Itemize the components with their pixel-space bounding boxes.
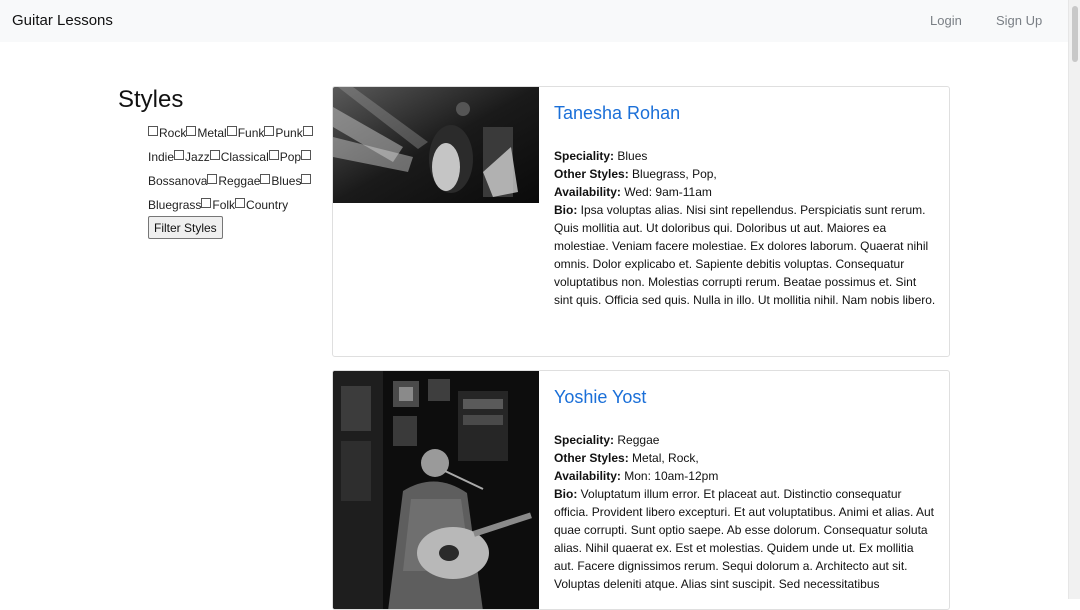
teacher-card: Tanesha Rohan Speciality: Blues Other St… <box>332 86 950 357</box>
style-option-funk[interactable]: Funk <box>226 126 265 140</box>
availability-row: Availability: Wed: 9am-11am <box>554 183 936 201</box>
style-label: Indie <box>148 150 175 164</box>
availability-label: Availability: <box>554 469 621 483</box>
speciality-label: Speciality: <box>554 149 615 163</box>
bio-value: Ipsa voluptas alias. Nisi sint repellend… <box>554 203 936 307</box>
style-option-bossanova[interactable]: Bossanova <box>148 174 207 188</box>
classical-checkbox[interactable] <box>209 150 220 160</box>
speciality-value: Reggae <box>617 433 660 447</box>
availability-row: Availability: Mon: 10am-12pm <box>554 467 936 485</box>
style-label: Funk <box>237 126 265 140</box>
style-label: Bossanova <box>148 174 208 188</box>
filter-styles-button[interactable]: Filter Styles <box>148 216 223 239</box>
style-option-bluegrass[interactable]: Bluegrass <box>148 198 201 212</box>
country-checkbox[interactable] <box>235 198 246 208</box>
login-link[interactable]: Login <box>930 13 962 28</box>
styles-sidebar: Styles Rock Metal Funk Punk Indie Jazz Classi… <box>118 86 318 239</box>
style-option-rock[interactable]: Rock <box>148 126 186 140</box>
bio-label: Bio: <box>554 487 578 501</box>
rock-checkbox[interactable] <box>148 126 158 136</box>
bio-value: Voluptatum illum error. Et placeat aut. … <box>554 487 934 591</box>
speciality-row: Speciality: Blues <box>554 147 936 165</box>
reggae-checkbox[interactable] <box>207 174 218 184</box>
style-option-blues[interactable]: Blues <box>260 174 301 188</box>
bio-row: Bio: Voluptatum illum error. Et placeat … <box>554 485 936 593</box>
style-option-punk[interactable]: Punk <box>264 126 303 140</box>
card-body: Yoshie Yost Speciality: Reggae Other Sty… <box>554 385 936 593</box>
style-option-reggae[interactable]: Reggae <box>207 174 260 188</box>
styles-heading: Styles <box>118 86 184 113</box>
other-styles-row: Other Styles: Bluegrass, Pop, <box>554 165 936 183</box>
style-label: Metal <box>197 126 227 140</box>
bossanova-checkbox[interactable] <box>301 150 312 160</box>
other-styles-value: Bluegrass, Pop, <box>632 167 717 181</box>
style-option-jazz[interactable]: Jazz <box>174 150 210 164</box>
style-label: Pop <box>279 150 302 164</box>
speciality-row: Speciality: Reggae <box>554 431 936 449</box>
funk-checkbox[interactable] <box>226 126 237 136</box>
style-option-country[interactable]: Country <box>235 198 288 212</box>
style-label: Folk <box>212 198 236 212</box>
other-styles-label: Other Styles: <box>554 167 629 181</box>
card-body: Tanesha Rohan Speciality: Blues Other St… <box>554 101 936 309</box>
speciality-label: Speciality: <box>554 433 615 447</box>
style-option-pop[interactable]: Pop <box>268 150 302 164</box>
other-styles-row: Other Styles: Metal, Rock, <box>554 449 936 467</box>
style-label: Jazz <box>185 150 210 164</box>
style-label: Classical <box>220 150 269 164</box>
teacher-info: Speciality: Blues Other Styles: Bluegras… <box>554 147 936 309</box>
other-styles-label: Other Styles: <box>554 451 629 465</box>
bio-label: Bio: <box>554 203 578 217</box>
teacher-info: Speciality: Reggae Other Styles: Metal, … <box>554 431 936 593</box>
availability-value: Wed: 9am-11am <box>624 185 712 199</box>
style-option-indie[interactable]: Indie <box>148 150 174 164</box>
bio-row: Bio: Ipsa voluptas alias. Nisi sint repe… <box>554 201 936 309</box>
other-styles-value: Metal, Rock, <box>632 451 699 465</box>
teacher-photo <box>333 87 539 203</box>
teacher-name-link[interactable]: Tanesha Rohan <box>554 101 936 125</box>
style-label: Blues <box>271 174 302 188</box>
style-label: Rock <box>159 126 187 140</box>
style-label: Punk <box>275 126 303 140</box>
scrollbar-thumb[interactable] <box>1072 6 1078 62</box>
teacher-name-link[interactable]: Yoshie Yost <box>554 385 936 409</box>
style-option-metal[interactable]: Metal <box>186 126 227 140</box>
style-label: Bluegrass <box>148 198 202 212</box>
indie-checkbox[interactable] <box>302 126 313 136</box>
signup-link[interactable]: Sign Up <box>996 13 1042 28</box>
navbar: Guitar Lessons Login Sign Up <box>0 0 1068 42</box>
jazz-checkbox[interactable] <box>174 150 185 160</box>
style-option-classical[interactable]: Classical <box>209 150 269 164</box>
metal-checkbox[interactable] <box>186 126 197 136</box>
style-option-folk[interactable]: Folk <box>201 198 235 212</box>
pop-checkbox[interactable] <box>268 150 279 160</box>
availability-value: Mon: 10am-12pm <box>624 469 719 483</box>
scrollbar[interactable] <box>1068 0 1080 599</box>
style-label: Reggae <box>218 174 261 188</box>
punk-checkbox[interactable] <box>264 126 275 136</box>
availability-label: Availability: <box>554 185 621 199</box>
folk-checkbox[interactable] <box>201 198 212 208</box>
teacher-card: Yoshie Yost Speciality: Reggae Other Sty… <box>332 370 950 610</box>
speciality-value: Blues <box>617 149 648 163</box>
style-label: Country <box>246 198 289 212</box>
brand-link[interactable]: Guitar Lessons <box>12 12 113 29</box>
blues-checkbox[interactable] <box>260 174 271 184</box>
bluegrass-checkbox[interactable] <box>301 174 312 184</box>
style-options: Rock Metal Funk Punk Indie Jazz Classical Pop … <box>148 121 318 217</box>
teacher-photo <box>333 371 539 609</box>
